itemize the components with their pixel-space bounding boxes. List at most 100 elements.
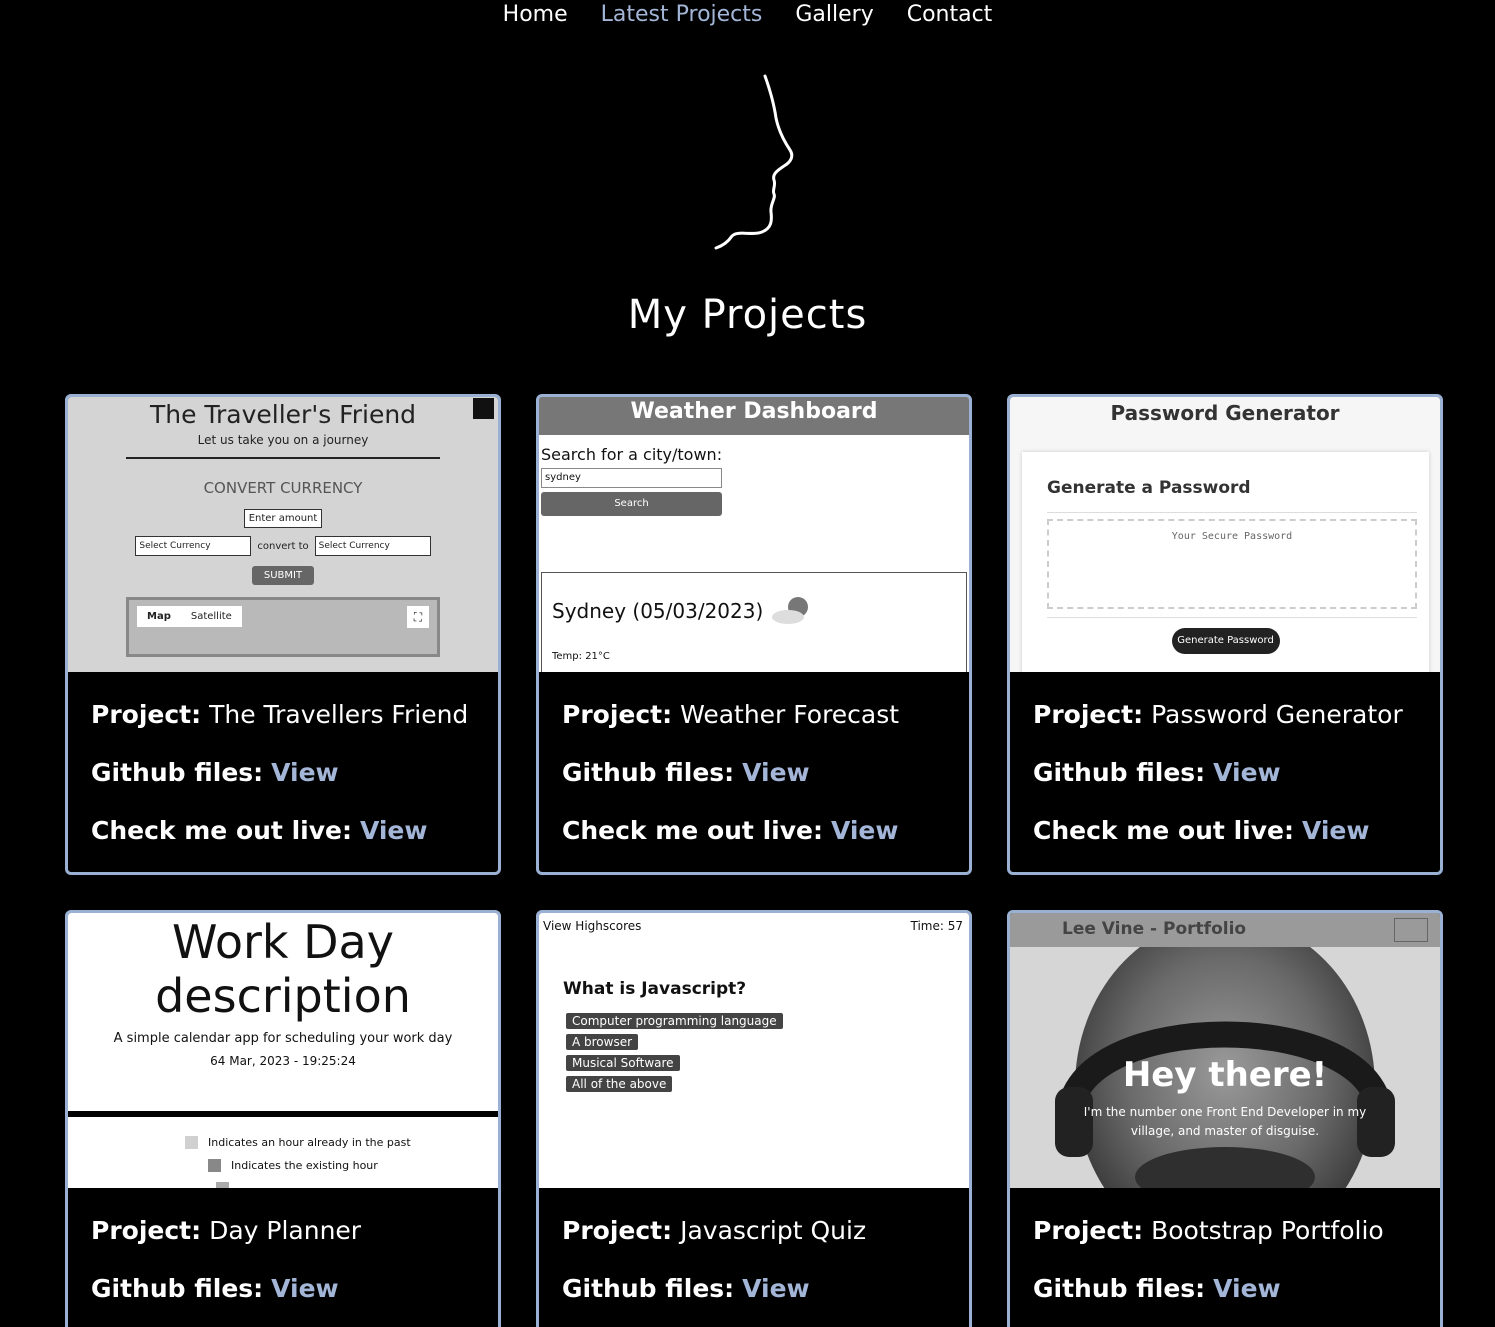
nav-latest-projects[interactable]: Latest Projects <box>601 0 763 34</box>
github-view-link[interactable]: View <box>1213 1274 1281 1303</box>
thumb-submit-button: SUBMIT <box>251 566 315 585</box>
project-card-password-generator: Password Generator Generate a Password Y… <box>1007 394 1443 875</box>
project-card-day-planner: Work Day description A simple calendar ap… <box>65 910 501 1327</box>
live-view-link[interactable]: View <box>360 816 428 845</box>
live-label: Check me out live: <box>1033 816 1294 845</box>
thumb-title: Weather Dashboard <box>539 397 969 435</box>
live-view-link[interactable]: View <box>831 816 899 845</box>
thumb-question: What is Javascript? <box>563 979 747 999</box>
live-label: Check me out live: <box>562 816 823 845</box>
thumb-timer: Time: 57 <box>910 919 964 933</box>
thumb-forecast-box: Sydney (05/03/2023) Temp: 21°C <box>541 572 967 672</box>
project-label: Project: <box>91 1216 202 1245</box>
project-screenshot[interactable]: Lee Vine - Portfolio Hey there! I'm the … <box>1010 913 1440 1188</box>
thumb-title-line: Work Day <box>172 915 394 969</box>
live-row: Check me out live: View <box>91 816 498 846</box>
thumb-subtitle: A simple calendar app for scheduling you… <box>113 1031 453 1046</box>
project-card-javascript-quiz: View Highscores Time: 57 What is Javascr… <box>536 910 972 1327</box>
project-card-bootstrap-portfolio: Lee Vine - Portfolio Hey there! I'm the … <box>1007 910 1443 1327</box>
project-info: Project: Day Planner Github files: View <box>68 1188 498 1304</box>
thumb-convert-label: convert to <box>257 540 309 552</box>
project-name: Password Generator <box>1151 700 1403 729</box>
github-view-link[interactable]: View <box>742 758 810 787</box>
thumb-topbar: View Highscores Time: 57 <box>539 913 969 933</box>
project-label: Project: <box>1033 700 1144 729</box>
thumb-temp: Temp: 21°C <box>552 651 610 662</box>
nav-gallery[interactable]: Gallery <box>795 0 873 34</box>
thumb-currency-select: Select Currency <box>314 536 431 556</box>
live-row: Check me out live: View <box>1033 816 1440 846</box>
github-label: Github files: <box>91 1274 264 1303</box>
moon-icon <box>473 398 494 419</box>
hamburger-icon <box>1394 918 1428 942</box>
github-row: Github files: View <box>91 1274 498 1304</box>
thumb-legend-future <box>216 1182 229 1188</box>
thumb-title: Work Day description <box>68 913 498 1023</box>
page-title: My Projects <box>627 292 868 338</box>
thumb-answer: Musical Software <box>566 1055 680 1071</box>
nav-home[interactable]: Home <box>503 0 568 34</box>
project-label: Project: <box>562 1216 673 1245</box>
thumb-panel: Generate a Password Your Secure Password… <box>1022 452 1429 672</box>
project-screenshot[interactable]: Work Day description A simple calendar ap… <box>68 913 498 1188</box>
thumb-title: The Traveller's Friend <box>149 400 417 429</box>
github-view-link[interactable]: View <box>742 1274 810 1303</box>
thumb-legend-past: Indicates an hour already in the past <box>185 1136 411 1149</box>
github-label: Github files: <box>1033 758 1206 787</box>
main-nav: Home Latest Projects Gallery Contact <box>0 0 1495 34</box>
thumb-navbar: Lee Vine - Portfolio <box>1010 913 1440 947</box>
project-name: The Travellers Friend <box>209 700 469 729</box>
thumb-tagline: I'm the number one Front End Developer i… <box>1083 1105 1367 1138</box>
project-name-row: Project: Bootstrap Portfolio <box>1033 1216 1440 1246</box>
project-name-row: Project: Day Planner <box>91 1216 498 1246</box>
thumb-answers: Computer programming language A browser … <box>566 1013 969 1092</box>
project-screenshot[interactable]: Password Generator Generate a Password Y… <box>1010 397 1440 672</box>
project-name-row: Project: Password Generator <box>1033 700 1440 730</box>
github-row: Github files: View <box>1033 758 1440 788</box>
github-view-link[interactable]: View <box>271 758 339 787</box>
project-name-row: Project: Weather Forecast <box>562 700 969 730</box>
thumb-map: Map Satellite ⛶ <box>126 597 440 657</box>
project-label: Project: <box>562 700 673 729</box>
thumb-title-line: description <box>155 969 411 1023</box>
github-label: Github files: <box>1033 1274 1206 1303</box>
fullscreen-icon: ⛶ <box>407 606 429 628</box>
project-name-row: Project: Javascript Quiz <box>562 1216 969 1246</box>
divider <box>68 1111 498 1117</box>
live-view-link[interactable]: View <box>1302 816 1370 845</box>
github-row: Github files: View <box>562 758 969 788</box>
nav-contact[interactable]: Contact <box>907 0 993 34</box>
project-info: Project: The Travellers Friend Github fi… <box>68 672 498 846</box>
project-card-weather-forecast: Weather Dashboard Search for a city/town… <box>536 394 972 875</box>
divider <box>126 457 440 459</box>
project-info: Project: Weather Forecast Github files: … <box>539 672 969 846</box>
thumb-search-button: Search <box>541 492 722 516</box>
thumb-brand: Lee Vine - Portfolio <box>1062 919 1247 939</box>
thumb-section-heading: CONVERT CURRENCY <box>203 479 363 497</box>
project-name-row: Project: The Travellers Friend <box>91 700 498 730</box>
thumb-generate-button: Generate Password <box>1171 628 1280 654</box>
project-screenshot[interactable]: Weather Dashboard Search for a city/town… <box>539 397 969 672</box>
project-screenshot[interactable]: View Highscores Time: 57 What is Javascr… <box>539 913 969 1188</box>
profile-logo <box>714 74 794 250</box>
project-name: Bootstrap Portfolio <box>1151 1216 1384 1245</box>
thumb-datetime: 64 Mar, 2023 - 19:25:24 <box>210 1054 356 1068</box>
thumb-password-box: Your Secure Password <box>1047 519 1417 609</box>
thumb-search-label: Search for a city/town: <box>541 445 723 464</box>
github-row: Github files: View <box>91 758 498 788</box>
github-view-link[interactable]: View <box>271 1274 339 1303</box>
github-view-link[interactable]: View <box>1213 758 1281 787</box>
legend-label: Indicates an hour already in the past <box>208 1136 411 1149</box>
live-row: Check me out live: View <box>562 816 969 846</box>
project-label: Project: <box>1033 1216 1144 1245</box>
thumb-amount-input: Enter amount <box>243 509 323 528</box>
thumb-answer: Computer programming language <box>566 1013 783 1029</box>
thumb-city: Sydney (05/03/2023) <box>552 599 764 623</box>
thumb-map-tab: Map <box>147 611 171 622</box>
thumb-satellite-tab: Satellite <box>190 611 232 622</box>
project-screenshot[interactable]: The Traveller's Friend Let us take you o… <box>68 397 498 672</box>
github-row: Github files: View <box>562 1274 969 1304</box>
project-name: Weather Forecast <box>680 700 900 729</box>
project-label: Project: <box>91 700 202 729</box>
project-info: Project: Javascript Quiz Github files: V… <box>539 1188 969 1304</box>
